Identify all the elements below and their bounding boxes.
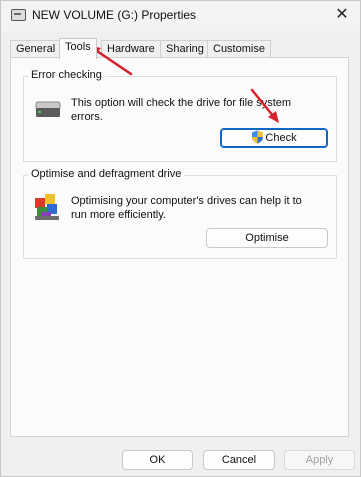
tab-bar: General Tools Hardware Sharing Customise	[10, 38, 350, 59]
tab-hardware[interactable]: Hardware	[101, 40, 161, 57]
uac-shield-icon	[252, 130, 264, 144]
tools-tab-panel: Error checking This option will check th…	[10, 57, 349, 437]
check-button-label: Check	[265, 132, 297, 144]
properties-dialog: NEW VOLUME (G:) Properties ✕ General Too…	[0, 0, 361, 477]
error-checking-group: Error checking This option will check th…	[23, 69, 337, 162]
error-checking-description: This option will check the drive for fil…	[71, 97, 292, 123]
close-button[interactable]: ✕	[332, 5, 352, 25]
apply-button[interactable]: Apply	[284, 450, 355, 470]
tab-general[interactable]: General	[10, 40, 62, 57]
ok-button[interactable]: OK	[122, 450, 193, 470]
optimise-button[interactable]: Optimise	[206, 228, 328, 248]
dialog-footer: OK Cancel Apply	[1, 441, 360, 476]
drive-icon	[11, 9, 26, 21]
window-title: NEW VOLUME (G:) Properties	[32, 8, 197, 22]
title-bar[interactable]: NEW VOLUME (G:) Properties ✕	[1, 1, 360, 31]
close-icon: ✕	[335, 6, 349, 23]
check-button[interactable]: Check	[220, 128, 328, 148]
optimise-description: Optimising your computer's drives can he…	[71, 195, 302, 221]
defrag-icon	[35, 194, 59, 220]
optimise-group: Optimise and defragment drive Optimising…	[23, 168, 337, 259]
optimise-title: Optimise and defragment drive	[28, 168, 185, 180]
error-checking-title: Error checking	[28, 69, 105, 81]
tab-tools[interactable]: Tools	[59, 38, 97, 59]
cancel-button[interactable]: Cancel	[203, 450, 275, 470]
hard-drive-icon	[35, 101, 61, 117]
tab-sharing[interactable]: Sharing	[160, 40, 210, 57]
tab-customise[interactable]: Customise	[207, 40, 271, 57]
